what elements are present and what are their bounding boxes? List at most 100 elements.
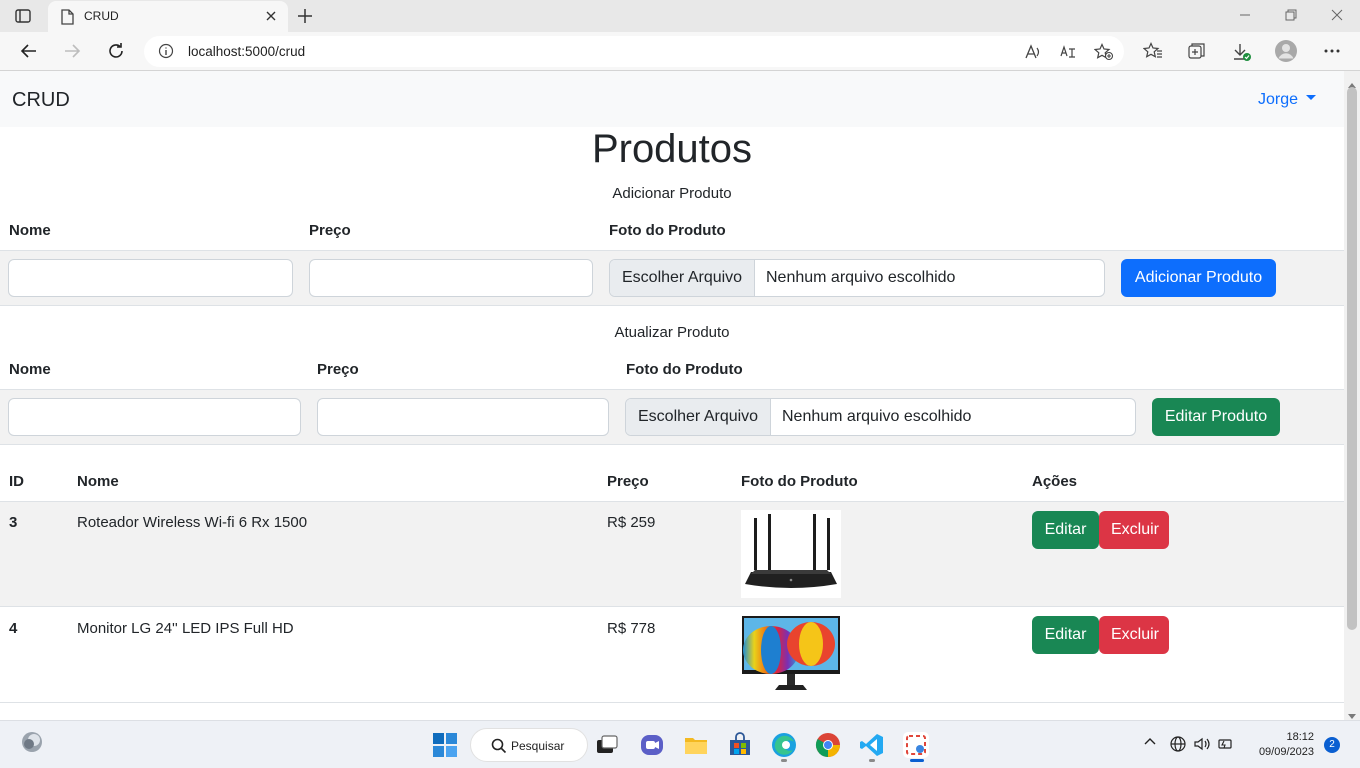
update-choose-file-button[interactable]: Escolher Arquivo <box>626 399 772 435</box>
update-file-status: Nenhum arquivo escolhido <box>782 408 972 425</box>
delete-row-button[interactable]: Excluir <box>1099 616 1169 654</box>
favorites-icon[interactable] <box>1142 42 1163 65</box>
col-header-actions: Ações <box>1032 473 1078 490</box>
minimize-icon[interactable] <box>1238 8 1252 27</box>
snipping-tool-icon[interactable] <box>903 732 929 758</box>
page-icon <box>60 9 74 30</box>
start-icon[interactable] <box>432 732 458 758</box>
more-options-icon[interactable] <box>1323 42 1341 65</box>
new-tab-icon[interactable] <box>296 7 314 30</box>
windows-taskbar: Pesquisar 18:12 09/09/2023 2 <box>0 720 1360 768</box>
tab-actions-icon[interactable] <box>14 7 32 25</box>
add-file-status: Nenhum arquivo escolhido <box>766 269 956 286</box>
user-dropdown[interactable]: Jorge <box>1258 91 1316 109</box>
taskbar-search[interactable]: Pesquisar <box>470 728 588 762</box>
add-photo-file-input[interactable]: Escolher Arquivo Nenhum arquivo escolhid… <box>609 259 1105 297</box>
url-path: :5000/crud <box>241 44 306 59</box>
update-section-heading: Atualizar Produto <box>614 324 730 341</box>
close-window-icon[interactable] <box>1330 8 1344 27</box>
add-name-input[interactable] <box>8 259 293 297</box>
file-explorer-icon[interactable] <box>683 732 709 758</box>
update-price-input[interactable] <box>317 398 609 436</box>
table-row: 4 Monitor LG 24'' LED IPS Full HD R$ 778 <box>0 607 1344 703</box>
row-name: Monitor LG 24'' LED IPS Full HD <box>77 620 294 637</box>
collections-icon[interactable] <box>1187 42 1207 65</box>
row-name: Roteador Wireless Wi-fi 6 Rx 1500 <box>77 514 308 531</box>
url-host: localhost <box>188 44 242 59</box>
tab-title: CRUD <box>84 9 119 23</box>
add-photo-label: Foto do Produto <box>609 222 726 239</box>
col-header-photo: Foto do Produto <box>741 473 858 490</box>
volume-icon[interactable] <box>1193 735 1211 756</box>
monitor-image <box>741 614 841 694</box>
chat-icon[interactable] <box>639 732 665 758</box>
scrollbar-thumb[interactable] <box>1347 87 1357 630</box>
page-viewport: CRUD Jorge Produtos Adicionar Produto No… <box>0 71 1344 720</box>
update-name-label: Nome <box>9 361 51 378</box>
edit-row-button[interactable]: Editar <box>1032 616 1099 654</box>
update-name-input[interactable] <box>8 398 301 436</box>
browser-toolbar: localhost:5000/crud <box>0 32 1360 71</box>
caret-down-icon <box>1306 95 1316 101</box>
close-tab-icon[interactable] <box>264 9 278 28</box>
row-price: R$ 259 <box>607 514 656 531</box>
page-scrollbar[interactable] <box>1344 71 1360 720</box>
edit-product-button[interactable]: Editar Produto <box>1152 398 1280 436</box>
row-id: 3 <box>9 514 18 531</box>
add-price-label: Preço <box>309 222 351 239</box>
page-title: Produtos <box>591 127 753 171</box>
add-product-button[interactable]: Adicionar Produto <box>1121 259 1276 297</box>
system-clock[interactable]: 18:12 09/09/2023 <box>1259 730 1314 760</box>
store-icon[interactable] <box>727 732 753 758</box>
reload-icon[interactable] <box>106 41 126 66</box>
battery-icon[interactable] <box>1217 735 1235 756</box>
col-header-price: Preço <box>607 473 649 490</box>
widgets-icon[interactable] <box>20 730 46 756</box>
update-photo-label: Foto do Produto <box>626 361 743 378</box>
search-label: Pesquisar <box>511 739 565 753</box>
update-price-label: Preço <box>317 361 359 378</box>
navbar-brand[interactable]: CRUD <box>12 89 70 112</box>
site-info-icon[interactable] <box>158 43 174 64</box>
edit-row-button[interactable]: Editar <box>1032 511 1099 549</box>
translate-icon[interactable] <box>1059 43 1077 66</box>
row-id: 4 <box>9 620 18 637</box>
router-image <box>741 510 841 598</box>
vscode-running-indicator <box>869 759 875 762</box>
downloads-icon[interactable] <box>1231 42 1253 67</box>
url-text: localhost:5000/crud <box>188 44 305 59</box>
col-header-name: Nome <box>77 473 119 490</box>
table-row: 3 Roteador Wireless Wi-fi 6 Rx 1500 R$ 2… <box>0 502 1344 607</box>
clock-date: 09/09/2023 <box>1258 746 1314 758</box>
read-aloud-icon[interactable] <box>1024 43 1042 66</box>
show-hidden-icons[interactable] <box>1143 735 1157 752</box>
search-icon <box>491 738 507 759</box>
notification-badge[interactable]: 2 <box>1324 737 1340 753</box>
vscode-icon[interactable] <box>859 732 885 758</box>
browser-tab[interactable]: CRUD <box>48 1 288 32</box>
row-price: R$ 778 <box>607 620 656 637</box>
delete-row-button[interactable]: Excluir <box>1099 511 1169 549</box>
edge-running-indicator <box>781 759 787 762</box>
add-section-heading: Adicionar Produto <box>612 185 732 202</box>
profile-avatar-icon[interactable] <box>1274 39 1298 68</box>
add-name-label: Nome <box>9 222 51 239</box>
app-navbar: CRUD Jorge <box>0 71 1344 127</box>
update-photo-file-input[interactable]: Escolher Arquivo Nenhum arquivo escolhid… <box>625 398 1136 436</box>
add-favorite-icon[interactable] <box>1093 43 1114 66</box>
clock-time: 18:12 <box>1286 731 1314 743</box>
user-name: Jorge <box>1257 91 1298 108</box>
edge-icon[interactable] <box>771 732 797 758</box>
restore-icon[interactable] <box>1284 8 1298 27</box>
col-header-id: ID <box>9 473 24 490</box>
network-icon[interactable] <box>1169 735 1187 756</box>
add-choose-file-button[interactable]: Escolher Arquivo <box>610 260 756 296</box>
address-bar[interactable]: localhost:5000/crud <box>144 36 1124 67</box>
add-price-input[interactable] <box>309 259 593 297</box>
back-icon[interactable] <box>19 41 39 66</box>
task-view-icon[interactable] <box>594 732 620 758</box>
browser-tab-strip: CRUD <box>0 0 1360 32</box>
active-app-indicator <box>910 759 924 762</box>
forward-icon[interactable] <box>62 41 82 66</box>
chrome-icon[interactable] <box>815 732 841 758</box>
